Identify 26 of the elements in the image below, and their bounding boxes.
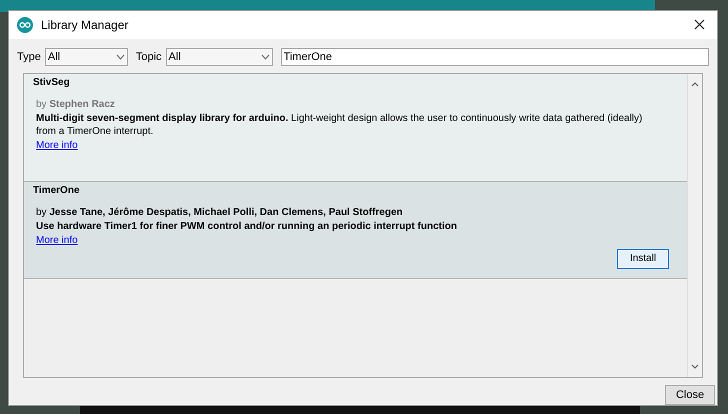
install-button[interactable]: Install: [617, 248, 669, 269]
close-button[interactable]: Close: [665, 385, 715, 405]
close-icon[interactable]: [694, 19, 705, 30]
app-logo-icon: [17, 16, 33, 33]
topic-dropdown[interactable]: All: [166, 48, 273, 66]
library-description: Use hardware Timer1 for finer PWM control and/or running an periodic interrupt function: [35, 220, 458, 233]
more-info-link[interactable]: More info: [32, 232, 78, 248]
topic-value: All: [168, 50, 181, 65]
library-authors: by Stephen Racz: [35, 98, 115, 112]
scroll-down-icon[interactable]: [691, 364, 699, 369]
window-title: Library Manager: [41, 16, 128, 34]
more-info-link[interactable]: More info: [32, 138, 78, 153]
library-item[interactable]: TimerOne by Jesse Tane, Jérôme Despatis, Michael Polli, Dan Clemens, Paul Stoffregen Use hardware Timer1 for finer PWM control and/or running an periodic interrupt function More info Install: [24, 182, 687, 279]
type-dropdown[interactable]: All: [44, 48, 128, 66]
library-description: Multi-digit seven-segment display library for arduino. Light-weight design allows the user to continuously write data gathered (ideally) from a TimerOne interrupt.: [35, 112, 644, 138]
type-label: Type: [17, 50, 41, 65]
type-value: All: [48, 50, 60, 65]
topic-label: Topic: [136, 50, 162, 65]
library-item[interactable]: StivSeg by Stephen Racz Multi-digit seven-segment display library for arduino. Light-weight design allows the user to continuously write data gathered (ideally) from a TimerOne interrupt. More info: [24, 74, 687, 182]
library-authors: by Jesse Tane, Jérôme Despatis, Michael Polli, Dan Clemens, Paul Stoffregen: [35, 206, 403, 220]
library-name: StivSeg: [32, 76, 70, 90]
chevron-down-icon: [260, 54, 270, 60]
search-field[interactable]: TimerOne: [280, 48, 709, 66]
scroll-up-icon[interactable]: [691, 82, 699, 87]
chevron-down-icon: [116, 54, 125, 60]
library-name: TimerOne: [32, 184, 80, 198]
